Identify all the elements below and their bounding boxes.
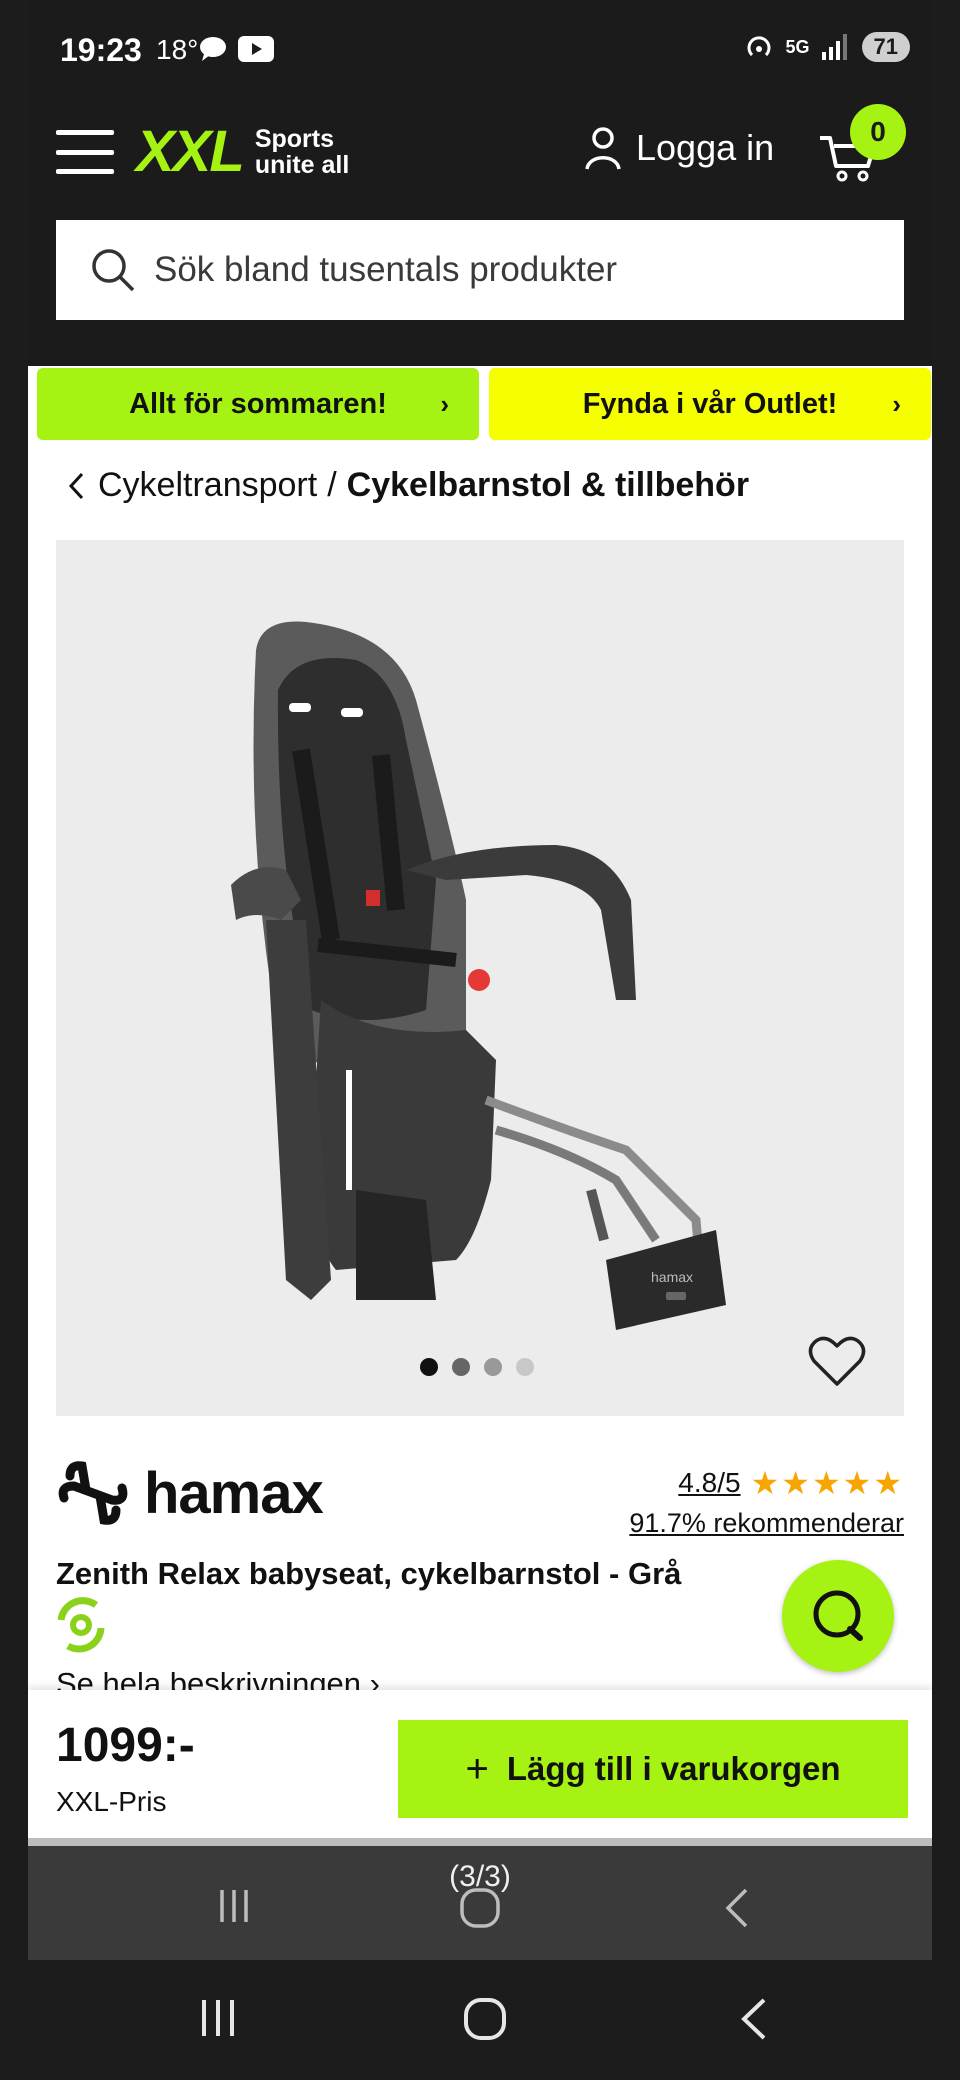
gallery-dot[interactable] [420,1358,438,1376]
product-image-brand-text: hamax [651,1269,693,1285]
promo-summer-label: Allt för sommaren! [129,387,387,420]
hamburger-icon [56,130,114,135]
recommend-percentage[interactable]: 91.7% rekommenderar [629,1508,904,1539]
user-icon [585,127,621,170]
star-rating-icon: ★★★★★ [750,1465,904,1501]
youtube-icon [238,36,274,62]
divider [28,1838,932,1846]
chat-button[interactable] [782,1560,894,1672]
product-title: Zenith Relax babyseat, cykelbarnstol - G… [56,1556,682,1591]
add-to-cart-label: Lägg till i varukorgen [506,1750,841,1787]
network-label: 5G [785,36,810,57]
gallery-pagination[interactable] [420,1358,534,1376]
app-frame: 19:23 18° 5G 71 XXL Sports unite all Log… [28,0,932,1960]
home-icon[interactable] [462,1996,508,2042]
system-navigation-bar [0,1960,960,2080]
plus-icon: + [465,1746,489,1791]
logo-tagline: Sports unite all [254,124,350,179]
breadcrumb-current: Cykelbarnstol & tillbehör [346,466,750,504]
breadcrumb-separator: / [327,466,337,504]
rating-value[interactable]: 4.8/5 [678,1467,740,1499]
promo-outlet-button[interactable]: Fynda i vår Outlet! › [489,368,931,440]
battery-indicator: 71 [861,32,910,62]
overlay-navigation-bar: (3/3) [28,1846,932,1960]
sticky-buy-bar: 1099:- XXL-Pris + Lägg till i varukorgen [28,1690,932,1838]
gallery-dot[interactable] [452,1358,470,1376]
menu-button[interactable] [56,130,114,174]
product-image: hamax [231,621,726,1330]
back-icon[interactable] [722,1886,752,1930]
status-bar: 19:23 18° 5G 71 [28,0,932,100]
product-image-gallery[interactable]: hamax [56,540,904,1416]
status-time: 19:23 [60,32,142,68]
chevron-left-icon[interactable] [66,470,88,502]
add-to-cart-button[interactable]: + Lägg till i varukorgen [398,1720,908,1818]
chevron-right-icon: › [440,388,449,419]
notification-icons [198,36,274,62]
search-input[interactable] [152,249,856,291]
gallery-dot[interactable] [516,1358,534,1376]
promo-outlet-label: Fynda i vår Outlet! [582,387,838,420]
promo-summer-button[interactable]: Allt för sommaren! › [37,368,479,440]
cart-count-badge: 0 [850,104,906,160]
site-header: XXL Sports unite all Logga in 0 [28,100,932,366]
heart-icon[interactable] [808,1334,866,1388]
status-right: 5G 71 [744,32,910,62]
home-icon[interactable] [458,1886,502,1930]
product-price: 1099:- [56,1719,195,1772]
site-logo[interactable]: XXL Sports unite all [136,118,349,185]
hotspot-icon [747,36,770,57]
breadcrumb: Cykeltransport / Cykelbarnstol & tillbeh… [66,466,749,505]
product-rating[interactable]: 4.8/5 ★★★★★ 91.7% rekommenderar [629,1464,904,1539]
breadcrumb-parent-link[interactable]: Cykeltransport [98,466,317,505]
logo-mark: XXL [136,119,245,184]
signal-icon [821,34,847,60]
back-icon[interactable] [738,1996,770,2042]
brand-logo[interactable]: hamax [56,1456,324,1530]
login-label: Logga in [636,127,775,168]
recent-apps-icon[interactable] [214,1886,254,1926]
price-label: XXL-Pris [56,1786,167,1817]
search-icon [92,249,135,292]
search-bar[interactable] [56,220,904,320]
recent-apps-icon[interactable] [196,1996,240,2040]
recycle-badge-icon[interactable] [46,1590,116,1660]
status-temperature: 18° [156,34,199,65]
chevron-right-icon: › [892,388,901,419]
chat-bubble-icon [200,37,226,61]
chat-icon [813,1590,863,1641]
hamax-logo-icon [58,1461,128,1525]
login-button[interactable]: Logga in [584,126,774,170]
gallery-dot[interactable] [484,1358,502,1376]
brand-name: hamax [144,1460,324,1526]
